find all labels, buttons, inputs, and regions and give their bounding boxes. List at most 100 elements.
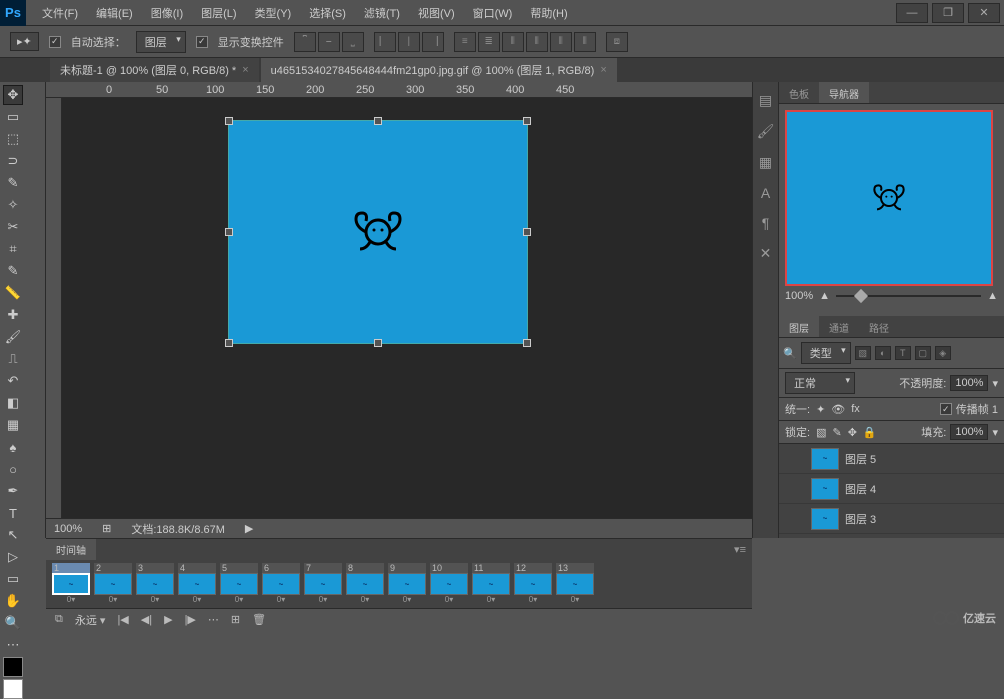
chevron-right-icon[interactable]: ▶ — [245, 522, 253, 535]
edit-toolbar[interactable]: ⋯ — [3, 635, 23, 655]
prev-frame-icon[interactable]: ◀| — [138, 613, 155, 626]
lock-all-icon[interactable]: 🔒 — [863, 426, 877, 439]
lock-pixels-icon[interactable]: ▧ — [816, 426, 826, 439]
properties-panel-icon[interactable]: ✕ — [760, 245, 772, 262]
magic-wand-tool[interactable]: ✧ — [3, 195, 23, 215]
slice-tool[interactable]: ⌗ — [3, 239, 23, 259]
swatches-panel-icon[interactable]: ▦ — [759, 154, 772, 171]
nav-icon[interactable]: ⊞ — [102, 522, 111, 535]
animation-frame[interactable]: 3~0▾ — [136, 563, 174, 604]
animation-frame[interactable]: 8~0▾ — [346, 563, 384, 604]
menu-select[interactable]: 选择(S) — [301, 1, 354, 25]
zoom-level[interactable]: 100% — [54, 523, 82, 535]
doc-size[interactable]: 文档:188.8K/8.67M — [131, 521, 225, 537]
nav-zoom-value[interactable]: 100% — [785, 290, 813, 302]
unify-visibility-icon[interactable]: 👁 — [831, 403, 845, 416]
align-vmid-icon[interactable]: ⎯ — [318, 32, 340, 52]
layer-thumb[interactable]: ~ — [811, 538, 839, 539]
paragraph-panel-icon[interactable]: ¶ — [762, 215, 770, 231]
vertical-ruler[interactable] — [46, 98, 62, 518]
menu-file[interactable]: 文件(F) — [34, 1, 86, 25]
close-button[interactable]: ✕ — [968, 3, 1000, 23]
animation-frame[interactable]: 1~0▾ — [52, 563, 90, 604]
pen-tool[interactable]: ✒ — [3, 481, 23, 501]
tool-preset-picker[interactable]: ▸✦ — [10, 32, 39, 51]
maximize-button[interactable]: ❐ — [932, 3, 964, 23]
zoom-in-icon[interactable]: ▲ — [987, 290, 998, 302]
dist-1-icon[interactable]: ≡ — [454, 32, 476, 52]
filter-shape-icon[interactable]: ▢ — [915, 346, 931, 360]
transform-handle[interactable] — [523, 228, 531, 236]
filter-pixel-icon[interactable]: ▧ — [855, 346, 871, 360]
doc-tab-2[interactable]: u4651534027845648444fm21gp0.jpg.gif @ 10… — [261, 57, 617, 82]
timeline-menu-icon[interactable]: ▾≡ — [728, 543, 752, 556]
auto-select-dropdown[interactable]: 图层 — [136, 31, 186, 53]
zoom-out-icon[interactable]: ▲ — [819, 290, 830, 302]
dist-4-icon[interactable]: ⦀ — [526, 32, 548, 52]
layer-row[interactable]: ~图层 2 — [779, 534, 1004, 538]
layer-row[interactable]: ~ 图层 5 — [779, 444, 1004, 474]
opacity-value[interactable]: 100% — [950, 375, 988, 391]
marquee-tool[interactable]: ⬚ — [3, 129, 23, 149]
stamp-tool[interactable]: ⎍ — [3, 349, 23, 369]
menu-edit[interactable]: 编辑(E) — [88, 1, 141, 25]
ruler-tool[interactable]: 📏 — [3, 283, 23, 303]
eyedropper-tool[interactable]: ✎ — [3, 261, 23, 281]
duplicate-frame-icon[interactable]: ⊞ — [228, 613, 243, 626]
bg-color-swatch[interactable] — [3, 679, 23, 699]
animation-frame[interactable]: 9~0▾ — [388, 563, 426, 604]
crop-tool[interactable]: ✂ — [3, 217, 23, 237]
hand-tool[interactable]: ✋ — [3, 591, 23, 611]
transform-handle[interactable] — [225, 228, 233, 236]
search-icon[interactable]: 🔍 — [783, 347, 797, 360]
align-bottom-icon[interactable]: ⎵ — [342, 32, 364, 52]
doc-tab-1[interactable]: 未标题-1 @ 100% (图层 0, RGB/8) *× — [50, 57, 259, 82]
transform-handle[interactable] — [523, 117, 531, 125]
animation-frame[interactable]: 5~0▾ — [220, 563, 258, 604]
align-right-icon[interactable]: ⎹ — [422, 32, 444, 52]
transform-handle[interactable] — [523, 339, 531, 347]
quick-select-tool[interactable]: ✎ — [3, 173, 23, 193]
tab-channels[interactable]: 通道 — [819, 316, 859, 337]
layer-thumb[interactable]: ~ — [811, 448, 839, 470]
animation-frame[interactable]: 11~0▾ — [472, 563, 510, 604]
close-icon[interactable]: × — [242, 64, 248, 76]
play-icon[interactable]: ▶ — [161, 613, 175, 626]
dodge-tool[interactable]: ○ — [3, 459, 23, 479]
filter-smart-icon[interactable]: ◈ — [935, 346, 951, 360]
fill-value[interactable]: 100% — [950, 424, 988, 440]
align-top-icon[interactable]: ⎴ — [294, 32, 316, 52]
brush-tool[interactable]: 🖌 — [3, 327, 23, 347]
tab-paths[interactable]: 路径 — [859, 316, 899, 337]
3d-mode-icon[interactable]: ⧈ — [606, 32, 628, 52]
menu-window[interactable]: 窗口(W) — [465, 1, 521, 25]
character-panel-icon[interactable]: A — [761, 185, 770, 201]
auto-select-checkbox[interactable]: ✓ — [49, 36, 61, 48]
unify-position-icon[interactable]: ✦ — [816, 403, 825, 416]
layer-thumb[interactable]: ~ — [811, 478, 839, 500]
animation-frame[interactable]: 13~0▾ — [556, 563, 594, 604]
brush-panel-icon[interactable]: 🖌 — [757, 123, 775, 140]
horizontal-ruler[interactable]: 050 100150 200250 300350 400450 — [46, 82, 752, 98]
tab-layers[interactable]: 图层 — [779, 316, 819, 337]
animation-frame[interactable]: 7~0▾ — [304, 563, 342, 604]
propagate-checkbox[interactable]: ✓ — [940, 403, 952, 415]
layer-thumb[interactable]: ~ — [811, 508, 839, 530]
animation-frame[interactable]: 6~0▾ — [262, 563, 300, 604]
layer-name[interactable]: 图层 4 — [845, 481, 876, 497]
blur-tool[interactable]: ♠ — [3, 437, 23, 457]
blend-mode-dropdown[interactable]: 正常 — [785, 372, 855, 394]
layer-name[interactable]: 图层 5 — [845, 451, 876, 467]
dist-3-icon[interactable]: ⦀ — [502, 32, 524, 52]
layer-row[interactable]: ~ 图层 4 — [779, 474, 1004, 504]
layer-name[interactable]: 图层 3 — [845, 511, 876, 527]
artboard-tool[interactable]: ▭ — [3, 107, 23, 127]
align-left-icon[interactable]: ⎸ — [374, 32, 396, 52]
history-panel-icon[interactable]: ▤ — [759, 92, 772, 109]
lasso-tool[interactable]: ⊃ — [3, 151, 23, 171]
shape-tool[interactable]: ▭ — [3, 569, 23, 589]
tween-icon[interactable]: ⋯ — [205, 613, 222, 626]
animation-frame[interactable]: 10~0▾ — [430, 563, 468, 604]
next-frame-icon[interactable]: |▶ — [182, 613, 199, 626]
gradient-tool[interactable]: ▦ — [3, 415, 23, 435]
